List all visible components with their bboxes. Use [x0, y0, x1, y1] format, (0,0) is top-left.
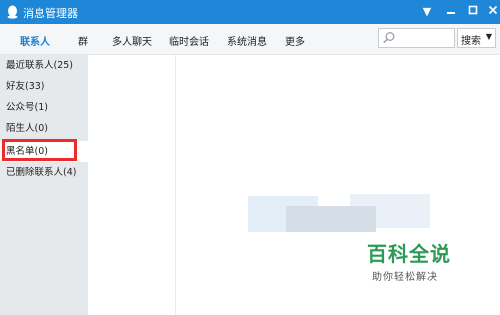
tab-system-messages[interactable]: 系统消息: [227, 33, 267, 48]
contact-category-sidebar: 最近联系人(25) 好友(33) 公众号(1) 陌生人(0) 黑名单(0) 已删…: [0, 55, 88, 315]
search-input[interactable]: [378, 28, 455, 48]
close-button[interactable]: [484, 3, 500, 21]
tab-temp-chat[interactable]: 临时会话: [169, 33, 209, 48]
search-button[interactable]: 搜索 ▼: [457, 28, 496, 48]
sidebar-item-official-accounts[interactable]: 公众号(1): [0, 97, 88, 118]
search-icon: [383, 32, 395, 44]
chevron-down-icon[interactable]: ▼: [486, 32, 492, 41]
close-icon: [488, 5, 498, 15]
tab-more[interactable]: 更多: [285, 33, 305, 48]
minimize-button[interactable]: [442, 3, 460, 21]
title-bar: 消息管理器 ▼: [0, 0, 500, 24]
minimize-icon: [447, 12, 455, 14]
contact-list-pane: [88, 55, 176, 315]
search-button-label: 搜索: [461, 36, 481, 47]
tab-contacts[interactable]: 联系人: [20, 33, 50, 48]
message-content-pane: [176, 55, 500, 315]
maximize-button[interactable]: [464, 3, 482, 21]
watermark-title: 百科全说: [367, 242, 451, 266]
qq-penguin-icon: [7, 5, 18, 19]
watermark-subtitle: 助你轻松解决: [372, 272, 438, 283]
red-highlight-box: [2, 139, 77, 161]
blurred-region: [286, 206, 376, 232]
sidebar-item-recent-contacts[interactable]: 最近联系人(25): [0, 55, 88, 76]
maximize-icon: [468, 5, 478, 15]
tab-groups[interactable]: 群: [78, 33, 88, 48]
window-title: 消息管理器: [23, 7, 78, 20]
menu-dropdown-icon[interactable]: ▼: [418, 3, 436, 21]
tab-multi-chat[interactable]: 多人聊天: [112, 33, 152, 48]
sidebar-item-friends[interactable]: 好友(33): [0, 76, 88, 97]
sidebar-item-strangers[interactable]: 陌生人(0): [0, 118, 88, 139]
sidebar-item-deleted-contacts[interactable]: 已删除联系人(4): [0, 162, 88, 183]
nav-toolbar: 联系人 群 多人聊天 临时会话 系统消息 更多 搜索 ▼: [0, 24, 500, 55]
